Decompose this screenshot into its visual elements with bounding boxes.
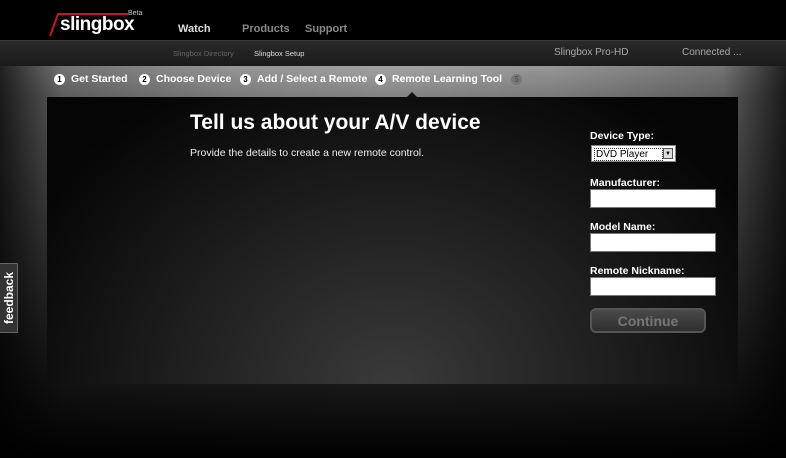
top-header: slingbox Beta Watch Products Support [0,0,786,40]
step-get-started[interactable]: 1 Get Started [54,72,128,86]
continue-button[interactable]: Continue [590,308,706,333]
device-type-value: DVD Player [594,148,663,161]
remote-nickname-label: Remote Nickname: [590,265,685,277]
device-type-select[interactable]: DVD Player ▼ [591,145,676,162]
manufacturer-label: Manufacturer: [590,177,661,189]
step-choose-device[interactable]: 2 Choose Device [139,72,231,86]
step-number-icon: 1 [54,73,65,85]
subnav-slingbox-setup[interactable]: Slingbox Setup [254,49,304,58]
chevron-down-icon[interactable]: ▼ [663,148,673,159]
device-name: Slingbox Pro-HD [554,47,629,58]
remote-nickname-input[interactable] [590,277,716,296]
main-panel: Tell us about your A/V device Provide th… [47,97,738,384]
step-number-icon: 2 [139,73,150,85]
model-name-input[interactable] [590,233,716,252]
sub-navigation-bar: Slingbox Directory Slingbox Setup Slingb… [0,40,786,67]
step-number-icon: 3 [240,73,251,85]
step-done: 5 Done! [511,72,558,86]
page-title: Tell us about your A/V device [190,111,481,134]
connection-status: Connected ... [682,47,742,58]
feedback-tab[interactable]: feedback [0,263,18,333]
beta-badge: Beta [128,10,143,17]
nav-support[interactable]: Support [305,23,347,35]
page-description: Provide the details to create a new remo… [190,147,425,159]
step-label: Remote Learning Tool [392,73,503,85]
logo-text: slingbox [60,14,135,35]
manufacturer-input[interactable] [590,189,716,208]
slingbox-logo[interactable]: slingbox Beta [48,10,142,38]
nav-products[interactable]: Products [242,23,290,35]
step-number-icon: 5 [511,73,522,85]
subnav-slingbox-directory[interactable]: Slingbox Directory [173,49,234,58]
step-label: Done! [528,73,558,85]
nav-watch[interactable]: Watch [178,23,211,35]
step-label: Add / Select a Remote [257,73,368,85]
device-type-label: Device Type: [590,130,654,142]
model-name-label: Model Name: [590,221,656,233]
step-label: Get Started [71,73,128,85]
step-add-select-remote[interactable]: 3 Add / Select a Remote [240,72,367,86]
step-label: Choose Device [156,73,232,85]
feedback-label: feedback [2,271,16,325]
step-number-icon: 4 [375,73,386,85]
step-remote-learning-tool[interactable]: 4 Remote Learning Tool [375,72,502,86]
setup-steps: 1 Get Started 2 Choose Device 3 Add / Se… [0,66,786,96]
